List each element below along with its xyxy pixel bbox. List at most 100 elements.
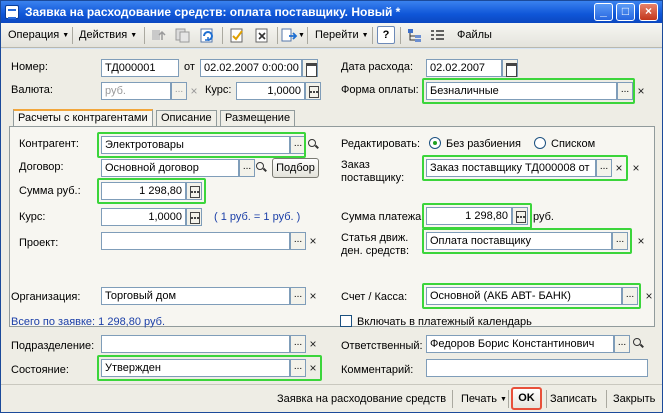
help-button[interactable]: ? (377, 26, 395, 44)
state-field[interactable]: Утвержден (101, 359, 290, 377)
tab-settlements[interactable]: Расчеты с контрагентами (13, 109, 153, 127)
contract-select-button[interactable]: ... (239, 159, 255, 177)
organization-clear-icon[interactable]: × (306, 287, 320, 305)
project-label: Проект: (19, 237, 59, 249)
state-clear-icon[interactable]: × (306, 359, 320, 377)
goto-menu[interactable]: Перейти ▼ (312, 26, 372, 45)
structure-icon[interactable] (406, 27, 423, 44)
number-field[interactable]: ТД000001 (101, 59, 179, 77)
division-field[interactable] (101, 335, 290, 353)
date-from-label: от (184, 61, 195, 73)
cashflow-label-2: ден. средств: (341, 245, 410, 257)
search-icon[interactable] (254, 159, 268, 177)
save-button[interactable]: Записать (550, 390, 597, 408)
radio-list-label: Списком (551, 138, 596, 150)
close-window-button[interactable]: × (639, 3, 658, 21)
counterparty-select-button[interactable]: ... (290, 136, 306, 154)
footer-separator (606, 390, 607, 408)
contract-field[interactable]: Основной договор (101, 159, 239, 177)
toolbar-separator (222, 27, 223, 44)
state-label: Состояние: (11, 364, 69, 376)
calendar-icon[interactable] (502, 59, 518, 77)
responsible-field[interactable]: Федоров Борис Константинович (426, 335, 614, 353)
search-icon[interactable] (306, 136, 320, 154)
actions-menu-label: Действия (79, 29, 128, 41)
close-button[interactable]: Закрыть (613, 390, 655, 408)
post-document-icon[interactable] (229, 27, 246, 44)
operation-menu[interactable]: Операция ▼ (5, 26, 72, 45)
print-menu[interactable]: Печать ▼ (461, 390, 507, 408)
supplier-order-select-button[interactable]: ... (596, 159, 612, 177)
supplier-order-field[interactable]: Заказ поставщику ТД000008 от (426, 159, 596, 177)
project-select-button[interactable]: ... (290, 232, 306, 250)
expense-date-field[interactable]: 02.02.2007 (426, 59, 502, 77)
state-select-button[interactable]: ... (290, 359, 306, 377)
account-field[interactable]: Основной (АКБ АВТ- БАНК) (426, 287, 622, 305)
settlement-rate-field[interactable]: 1,0000 (101, 208, 186, 226)
comment-field[interactable] (426, 359, 648, 377)
dropdown-arrow-icon[interactable]: ▼ (298, 32, 305, 39)
payment-form-select-button[interactable]: ... (617, 82, 633, 100)
cashflow-select-button[interactable]: ... (612, 232, 628, 250)
responsible-select-button[interactable]: ... (614, 335, 630, 353)
currency-clear-icon[interactable]: × (187, 82, 201, 100)
calculator-icon[interactable] (305, 82, 321, 100)
rate-label: Курс: (205, 84, 232, 96)
actions-menu[interactable]: Действия ▼ (76, 26, 140, 45)
division-select-button[interactable]: ... (290, 335, 306, 353)
rate-field[interactable]: 1,0000 (236, 82, 305, 100)
cashflow-label-1: Статья движ. (341, 232, 409, 244)
calculator-icon[interactable] (186, 182, 202, 200)
search-icon[interactable] (631, 335, 645, 353)
files-button[interactable]: Файлы (454, 26, 495, 45)
tab-description[interactable]: Описание (156, 110, 217, 127)
toolbar-separator (372, 27, 373, 44)
list-icon[interactable] (429, 27, 446, 44)
payment-sum-field[interactable]: 1 298,80 (426, 207, 512, 225)
supplier-order-remove-icon[interactable]: × (629, 159, 643, 177)
minimize-button[interactable]: _ (594, 3, 613, 21)
organization-select-button[interactable]: ... (290, 287, 306, 305)
footer-separator (546, 390, 547, 408)
account-select-button[interactable]: ... (622, 287, 638, 305)
document-date-field[interactable]: 02.02.2007 0:00:00 (200, 59, 302, 77)
project-clear-icon[interactable]: × (306, 232, 320, 250)
account-clear-icon[interactable]: × (642, 287, 656, 305)
window-title: Заявка на расходование средств: оплата п… (25, 5, 401, 19)
calendar-checkbox[interactable] (340, 315, 352, 327)
division-clear-icon[interactable]: × (306, 335, 320, 353)
title-bar[interactable]: Заявка на расходование средств: оплата п… (1, 1, 662, 23)
tab-placement[interactable]: Размещение (220, 110, 296, 127)
ok-button[interactable]: OK (511, 387, 542, 410)
cashflow-clear-icon[interactable]: × (634, 232, 648, 250)
select-button[interactable]: Подбор (272, 158, 319, 178)
payment-form-clear-icon[interactable]: × (634, 82, 648, 100)
organization-field[interactable]: Торговый дом (101, 287, 290, 305)
unpost-document-icon[interactable] (254, 27, 271, 44)
counterparty-field[interactable]: Электротовары (101, 136, 290, 154)
currency-select-button[interactable]: ... (171, 82, 187, 100)
radio-list[interactable] (534, 137, 546, 149)
maximize-button[interactable]: □ (616, 3, 635, 21)
copy-icon[interactable] (174, 27, 191, 44)
supplier-order-clear-icon[interactable]: × (612, 159, 626, 177)
calculator-icon[interactable] (512, 207, 528, 225)
move-up-icon[interactable] (150, 27, 167, 44)
print-form-button[interactable]: Заявка на расходование средств (277, 390, 446, 408)
dropdown-arrow-icon: ▼ (62, 32, 70, 39)
cashflow-item-field[interactable]: Оплата поставщику (426, 232, 612, 250)
goto-menu-label: Перейти (315, 29, 359, 41)
calculator-icon[interactable] (186, 208, 202, 226)
project-field[interactable] (101, 232, 290, 250)
toolbar-separator (72, 27, 73, 44)
radio-no-split[interactable] (429, 137, 441, 149)
calendar-icon[interactable] (302, 59, 318, 77)
dropdown-arrow-icon: ▼ (500, 396, 507, 403)
sum-rub-field[interactable]: 1 298,80 (101, 182, 186, 200)
refresh-icon[interactable] (199, 27, 216, 44)
payment-form-field[interactable]: Безналичные (426, 82, 617, 100)
radio-no-split-label: Без разбиения (446, 138, 521, 150)
currency-field[interactable]: руб. (101, 82, 171, 100)
toolbar-separator (144, 27, 145, 44)
based-on-icon[interactable] (281, 27, 298, 44)
